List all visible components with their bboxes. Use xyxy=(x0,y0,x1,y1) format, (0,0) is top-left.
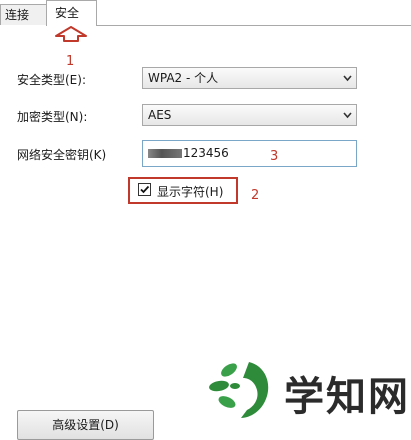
tab-security[interactable]: 安全 xyxy=(46,0,97,26)
advanced-settings-button[interactable]: 高级设置(D) xyxy=(17,410,154,440)
encryption-type-label: 加密类型(N): xyxy=(17,110,88,124)
tab-divider xyxy=(96,25,411,26)
network-key-label: 网络安全密钥(K) xyxy=(17,148,107,162)
security-type-select[interactable]: WPA2 - 个人 xyxy=(142,67,357,89)
security-type-label: 安全类型(E): xyxy=(17,73,86,87)
watermark-logo-icon xyxy=(209,362,269,418)
annotation-marker-2: 2 xyxy=(251,188,260,203)
tab-strip: 连接 安全 xyxy=(0,0,411,26)
encryption-type-select[interactable]: AES xyxy=(142,104,357,126)
show-chars-checkbox[interactable] xyxy=(138,183,151,196)
up-arrow-annotation-icon xyxy=(55,26,87,42)
network-key-input[interactable]: 123456 xyxy=(142,140,357,167)
chevron-down-icon xyxy=(343,112,352,119)
check-icon xyxy=(140,185,150,194)
tab-connection[interactable]: 连接 xyxy=(0,4,47,25)
redacted-key-mask xyxy=(148,149,182,158)
chevron-down-icon xyxy=(343,75,352,82)
show-chars-label[interactable]: 显示字符(H) xyxy=(157,183,223,200)
annotation-marker-3: 3 xyxy=(270,149,279,164)
encryption-type-value: AES xyxy=(148,108,172,122)
annotation-marker-1: 1 xyxy=(66,54,75,69)
network-key-value: 123456 xyxy=(183,146,229,160)
security-type-value: WPA2 - 个人 xyxy=(148,71,219,85)
watermark-text: 学知网 xyxy=(284,374,410,420)
